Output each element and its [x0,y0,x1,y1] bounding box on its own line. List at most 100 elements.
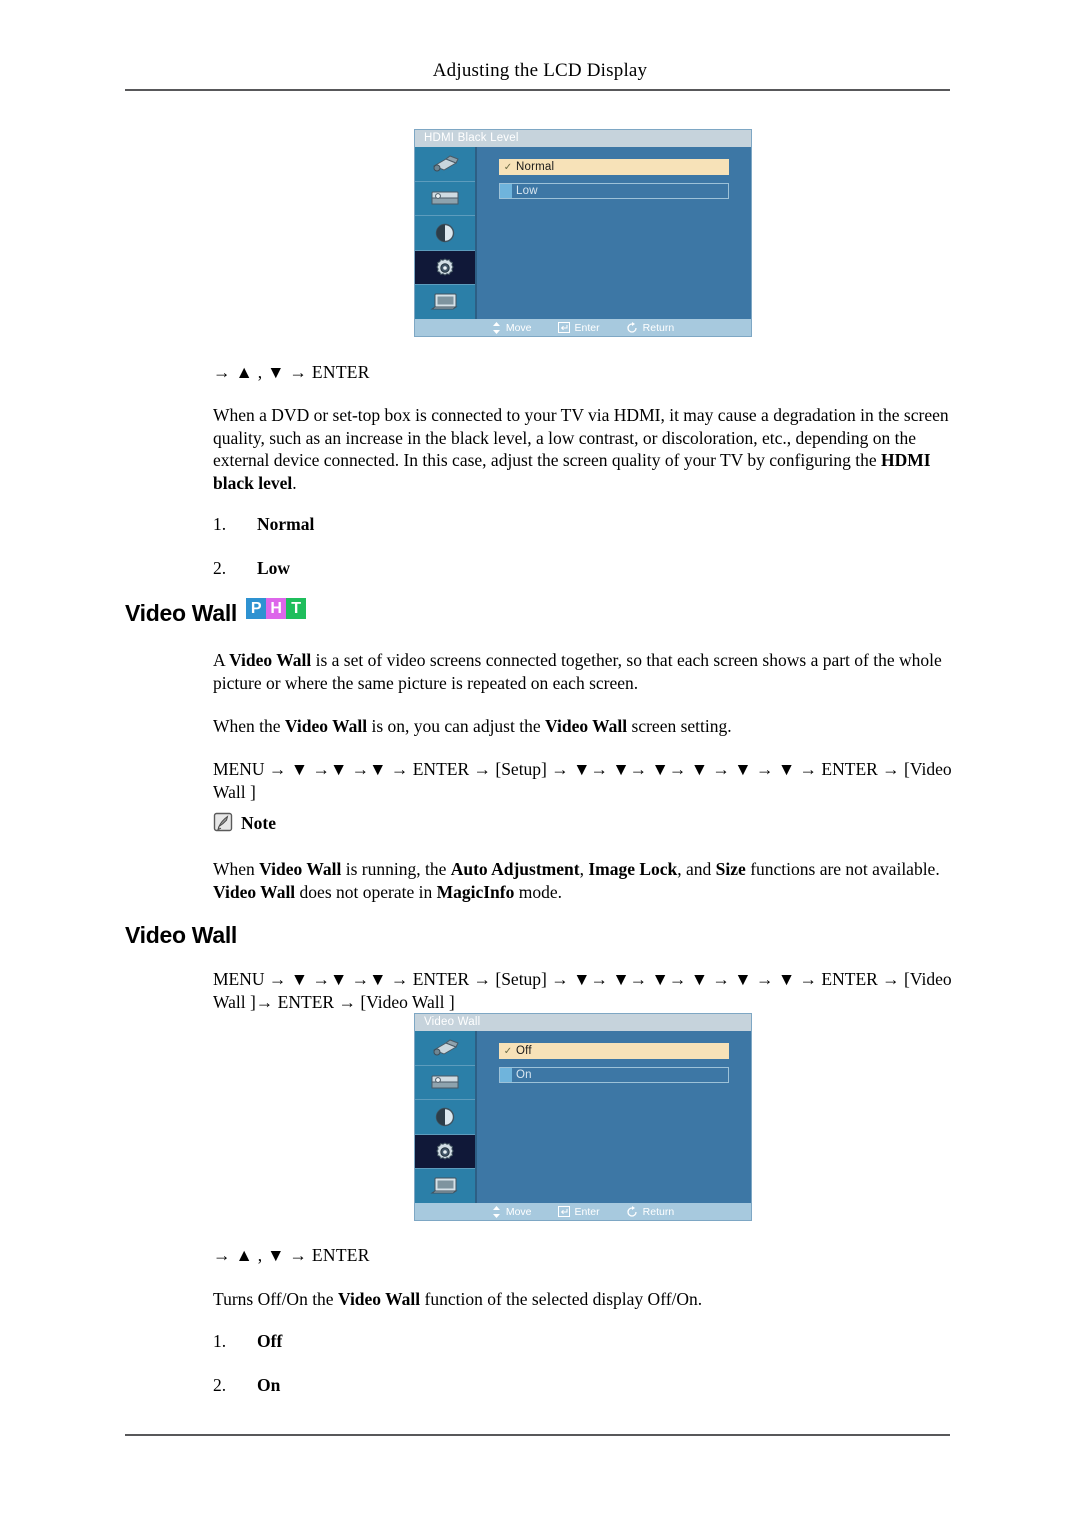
enter-key-icon [557,1206,570,1217]
note-pencil-icon [213,812,235,834]
video-wall-on-note: When the Video Wall is on, you can adjus… [213,715,951,738]
osd-tab-picture[interactable] [415,181,475,217]
option-marker-box [500,1068,512,1082]
option-marker-box [500,184,512,198]
osd-option-label: Off [516,1045,532,1057]
video-wall-key-sequence: → ▲ , ▼ → ENTER [213,1245,370,1265]
display-monitor-icon [430,291,460,313]
video-wall-sub-menu-path: MENU → ▼ →▼ →▼ → ENTER → [Setup] → ▼→ ▼→… [213,968,958,1013]
list-label: On [257,1375,281,1395]
hdmi-description-period: . [292,472,297,493]
footer-divider [125,1434,950,1436]
list-label: Low [257,558,291,578]
note-text-f: does not operate in [295,881,437,902]
picture-card-icon [429,1073,461,1091]
video-wall-sub-description: Turns Off/On the Video Wall function of … [213,1288,951,1311]
osd-tab-strip [415,147,477,319]
osd-tab-display[interactable] [415,285,475,319]
list-number: 1. [213,514,227,534]
osd-hint-move: Move [492,321,532,334]
osd-body: ✓ Off On [415,1031,751,1203]
osd-footer-hints: Move Enter Return [415,1203,751,1220]
intro-text-b: is a set of video screens connected toge… [213,650,942,693]
osd-tab-setup[interactable] [415,1134,475,1170]
note-emphasis-2: Auto Adjustment [450,859,580,879]
on-text-c: screen setting. [627,716,732,736]
video-wall-note-text: When Video Wall is running, the Auto Adj… [213,858,951,903]
on-text-a: When the [213,716,285,736]
hdmi-description: When a DVD or set-top box is connected t… [213,404,951,494]
check-icon: ✓ [503,1045,513,1057]
on-emphasis-2: Video Wall [544,716,628,736]
header-divider [125,89,950,91]
video-wall-menu-path: MENU → ▼ →▼ →▼ → ENTER → [Setup] → ▼→ ▼→… [213,758,958,803]
note-text-e: functions are not available. [745,859,940,879]
heading-label: Video Wall [125,922,238,948]
return-arrow-icon [626,321,638,334]
osd-hint-label: Move [505,321,532,334]
input-source-icon [430,1038,460,1058]
osd-hint-enter: Enter [557,1205,600,1218]
osd-title: Video Wall [415,1014,751,1031]
description-emphasis: Video Wall [337,1289,421,1309]
heading-label: Video Wall [125,600,238,626]
osd-tab-setup[interactable] [415,250,475,286]
heading-video-wall: Video Wall PHT [125,598,307,627]
list-number: 2. [213,1375,227,1395]
osd-tab-display[interactable] [415,1169,475,1203]
return-arrow-icon [626,1205,638,1218]
osd-tab-picture[interactable] [415,1065,475,1101]
osd-hint-return: Return [626,321,674,334]
osd-hint-label: Move [505,1205,532,1218]
note-text-c: , [579,859,589,879]
move-arrows-icon [492,321,501,334]
on-emphasis-1: Video Wall [284,716,368,736]
note-text-d: , and [677,859,716,879]
osd-video-wall: Video Wall ✓ Off On Move Enter Return [415,1014,751,1220]
note-block-heading: Note [213,812,276,834]
osd-body: ✓ Normal Low [415,147,751,319]
osd-option-row[interactable]: On [499,1067,729,1083]
input-source-icon [430,154,460,174]
note-emphasis-1: Video Wall [259,859,342,879]
description-text-a: Turns Off/On the [213,1289,338,1309]
menu-path-text: MENU → ▼ →▼ →▼ → ENTER → [Setup] → ▼→ ▼→… [213,969,952,1012]
osd-tab-contrast[interactable] [415,1100,475,1135]
osd-tab-input-source[interactable] [415,147,475,182]
osd-tab-contrast[interactable] [415,216,475,251]
osd-option-row[interactable]: ✓ Normal [499,159,729,175]
badge-h: H [266,598,287,619]
contrast-circle-icon [434,1106,456,1128]
osd-tab-input-source[interactable] [415,1031,475,1066]
list-number: 1. [213,1331,227,1351]
badge-p: P [246,598,267,619]
mode-badges: PHT [246,598,307,625]
list-item: 2. On [213,1375,280,1396]
note-text-g: mode. [514,881,563,902]
note-label: Note [241,813,276,833]
note-emphasis-5: Video Wall [213,881,296,902]
enter-key-icon [557,322,570,333]
list-item: 2. Low [213,558,290,579]
description-text-b: function of the selected display Off/On. [420,1289,703,1309]
osd-option-label: On [516,1069,532,1081]
osd-hint-label: Enter [574,321,600,334]
setup-gear-icon [433,1140,457,1164]
menu-path-text: MENU → ▼ →▼ →▼ → ENTER → [Setup] → ▼→ ▼→… [213,759,952,802]
intro-emphasis: Video Wall [229,650,312,670]
osd-hint-label: Return [642,1205,675,1218]
check-icon: ✓ [503,161,513,173]
list-label: Off [257,1331,283,1351]
osd-hint-label: Enter [574,1205,600,1218]
osd-option-label: Normal [516,161,555,173]
osd-hint-return: Return [626,1205,675,1218]
hdmi-key-sequence: → ▲ , ▼ → ENTER [213,362,370,382]
osd-option-row[interactable]: ✓ Off [499,1043,729,1059]
note-text-a: When [213,859,260,879]
hdmi-description-text: When a DVD or set-top box is connected t… [213,405,949,471]
osd-tab-strip [415,1031,477,1203]
badge-t: T [286,598,307,619]
note-emphasis-6: MagicInfo [436,881,515,902]
osd-option-row[interactable]: Low [499,183,729,199]
contrast-circle-icon [434,222,456,244]
